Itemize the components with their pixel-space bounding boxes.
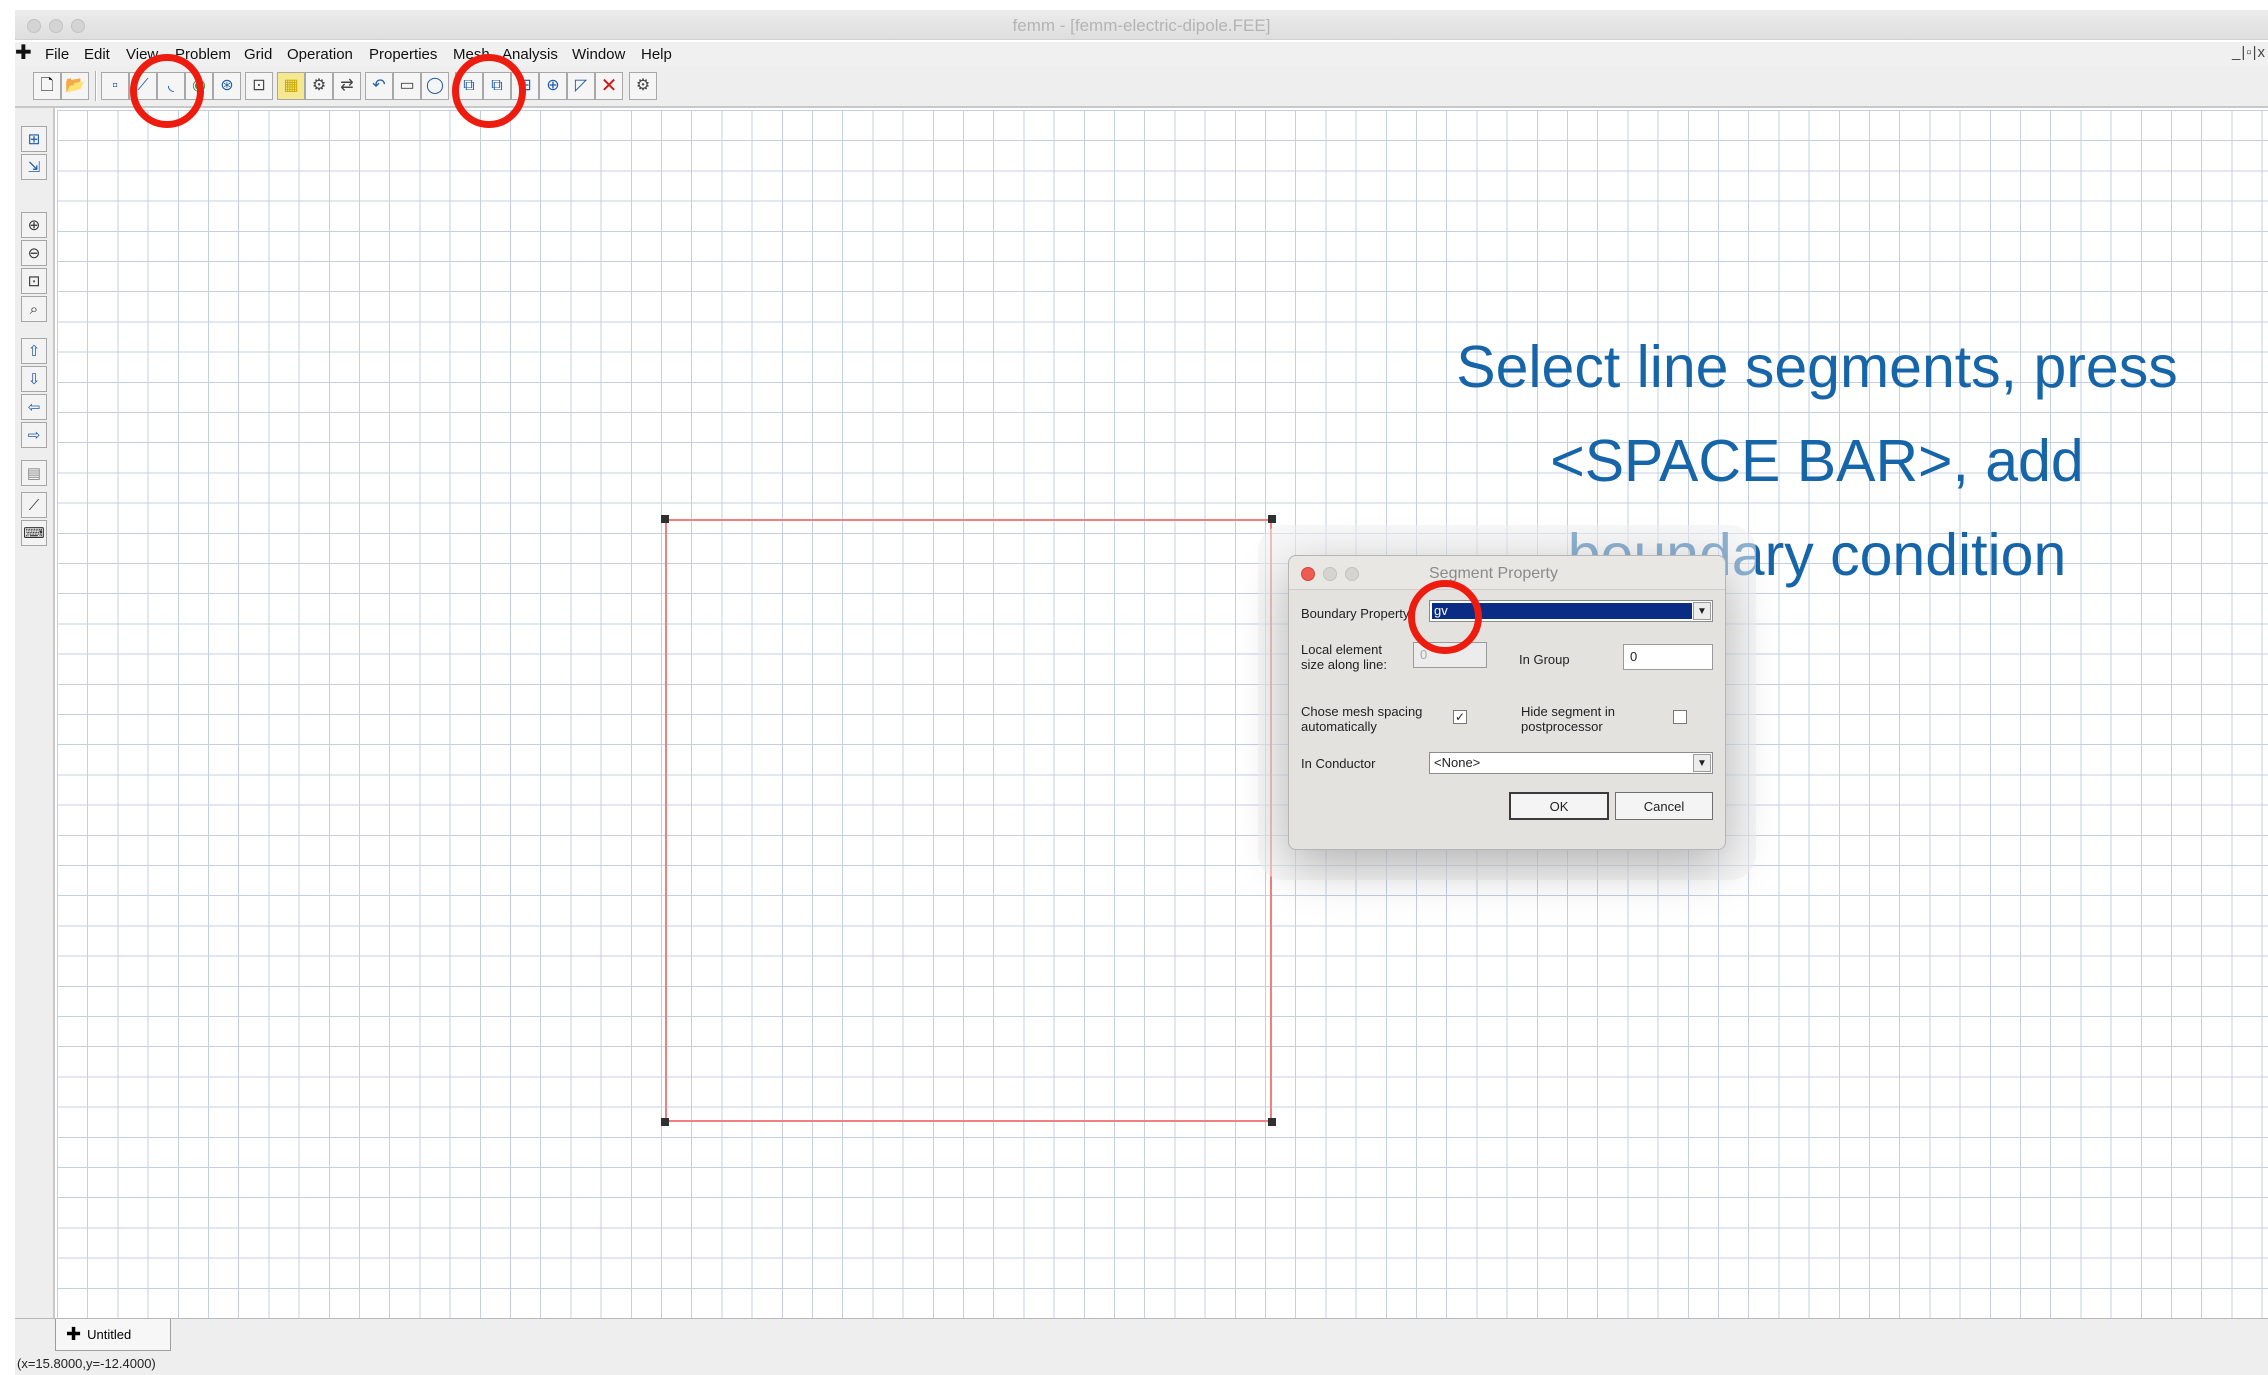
chevron-down-icon[interactable]: ▼ — [1693, 602, 1711, 620]
menu-grid[interactable]: Grid — [244, 46, 272, 63]
segment-property-dialog: Segment Property Boundary Property gv ▼ … — [1288, 555, 1726, 850]
dialog-zoom-button[interactable] — [1345, 567, 1359, 581]
window-titlebar: femm - [femm-electric-dipole.FEE] — [15, 10, 2268, 40]
fillet-icon[interactable]: ◸ — [567, 72, 595, 100]
group-field[interactable]: 0 — [1623, 644, 1713, 670]
conductor-select[interactable]: <None> ▼ — [1429, 752, 1713, 774]
document-tab-strip: ✚ Untitled — [15, 1318, 2268, 1354]
dialog-minimize-button[interactable] — [1323, 567, 1337, 581]
zoom-in-icon[interactable]: ⊕ — [21, 212, 47, 238]
mesh-icon[interactable]: ▦ — [277, 72, 305, 100]
pan-left-icon[interactable]: ⇦ — [21, 394, 47, 420]
snap-grid-icon[interactable]: ⇲ — [21, 154, 47, 180]
view-toolbar: ⊞ ⇲ ⊕ ⊖ ⊡ ⌕ ⇧ ⇩ ⇦ ⇨ ▤ ⟋ ⌨ — [15, 108, 55, 1318]
open-folder-icon[interactable]: 📂 — [61, 72, 89, 100]
menu-file[interactable]: File — [45, 46, 69, 63]
femm-cross-icon: ✚ — [66, 1324, 82, 1344]
menu-bar: ✚ File Edit View Problem Grid Operation … — [15, 42, 2268, 66]
menu-edit[interactable]: Edit — [84, 46, 110, 63]
femm-app: femm - [femm-electric-dipole.FEE] ✚ File… — [0, 0, 2268, 1375]
pan-down-icon[interactable]: ⇩ — [21, 366, 47, 392]
geometry-node[interactable] — [661, 1118, 669, 1126]
instruction-line: Select line segments, press — [1456, 334, 2178, 400]
dialog-close-button[interactable] — [1301, 567, 1315, 581]
drawing-canvas[interactable]: Select line segments, press <SPACE BAR>,… — [57, 110, 2268, 1318]
show-grid-icon[interactable]: ⊞ — [21, 126, 47, 152]
undo-icon[interactable]: ↶ — [365, 72, 393, 100]
delete-icon[interactable]: ✕ — [595, 72, 623, 100]
document-tab[interactable]: ✚ Untitled — [55, 1319, 171, 1351]
mesh-auto-checkbox[interactable]: ✓ — [1453, 710, 1467, 724]
cursor-coordinates: (x=15.8000,y=-12.4000) — [17, 1356, 156, 1371]
main-toolbar: 🗋 📂 ▫ ⟋ ◟ ◉ ⊛ ⊡ ▦ ⚙ ⇄ ↶ ▭ ◯ ⧉ ⧉ ⊞ ⊕ ◸ ✕ … — [15, 66, 2268, 108]
settings-gear-icon[interactable]: ⚙ — [629, 72, 657, 100]
keyboard-entry-icon[interactable]: ⌨ — [21, 520, 47, 546]
mirror-icon[interactable]: ⊕ — [539, 72, 567, 100]
pan-right-icon[interactable]: ⇨ — [21, 422, 47, 448]
node-mode-icon[interactable]: ▫ — [101, 72, 129, 100]
femm-cross-icon: ✚ — [15, 42, 32, 64]
instruction-line: <SPACE BAR>, add — [1550, 428, 2084, 494]
properties-panel-icon[interactable]: ▤ — [21, 460, 47, 486]
status-bar: (x=15.8000,y=-12.4000) — [15, 1354, 2268, 1375]
view-results-icon[interactable]: ⇄ — [333, 72, 361, 100]
menu-help[interactable]: Help — [641, 46, 672, 63]
hide-segment-label: Hide segment in postprocessor — [1521, 704, 1615, 734]
boundary-rectangle[interactable] — [665, 519, 1272, 1122]
highlight-circle — [1408, 580, 1482, 654]
highlight-circle — [130, 54, 204, 128]
selection-window-icon[interactable]: ⊡ — [245, 72, 273, 100]
toolbar-separator — [95, 71, 97, 101]
pan-up-icon[interactable]: ⇧ — [21, 338, 47, 364]
chevron-down-icon[interactable]: ▼ — [1693, 754, 1711, 772]
zoom-natural-icon[interactable]: ⊡ — [21, 268, 47, 294]
geometry-node[interactable] — [661, 515, 669, 523]
conductor-label: In Conductor — [1301, 756, 1376, 771]
mesh-auto-label: Chose mesh spacing automatically — [1301, 704, 1423, 734]
hide-segment-checkbox[interactable] — [1673, 710, 1687, 724]
select-circle-icon[interactable]: ◯ — [421, 72, 449, 100]
group-label: In Group — [1519, 652, 1570, 667]
conductor-value: <None> — [1434, 755, 1481, 770]
window-title: femm - [femm-electric-dipole.FEE] — [1012, 16, 1271, 35]
cancel-button[interactable]: Cancel — [1615, 792, 1713, 820]
boundary-property-label: Boundary Property — [1301, 606, 1410, 621]
local-size-label: Local element size along line: — [1301, 642, 1387, 672]
document-tab-label: Untitled — [87, 1327, 132, 1342]
menu-window[interactable]: Window — [572, 46, 625, 63]
ok-button[interactable]: OK — [1509, 792, 1609, 820]
highlight-circle — [452, 54, 526, 128]
measure-icon[interactable]: ⟋ — [21, 492, 47, 518]
menu-properties[interactable]: Properties — [369, 46, 437, 63]
dialog-titlebar: Segment Property — [1289, 556, 1725, 590]
menu-operation[interactable]: Operation — [287, 46, 353, 63]
new-file-icon[interactable]: 🗋 — [33, 72, 61, 100]
mdi-window-controls[interactable]: _|▫|x — [2232, 44, 2266, 61]
select-rectangle-icon[interactable]: ▭ — [393, 72, 421, 100]
geometry-node[interactable] — [1268, 1118, 1276, 1126]
group-mode-icon[interactable]: ⊛ — [213, 72, 241, 100]
zoom-window-icon[interactable]: ⌕ — [21, 296, 47, 322]
geometry-node[interactable] — [1268, 515, 1276, 523]
analyze-icon[interactable]: ⚙ — [305, 72, 333, 100]
zoom-out-icon[interactable]: ⊖ — [21, 240, 47, 266]
